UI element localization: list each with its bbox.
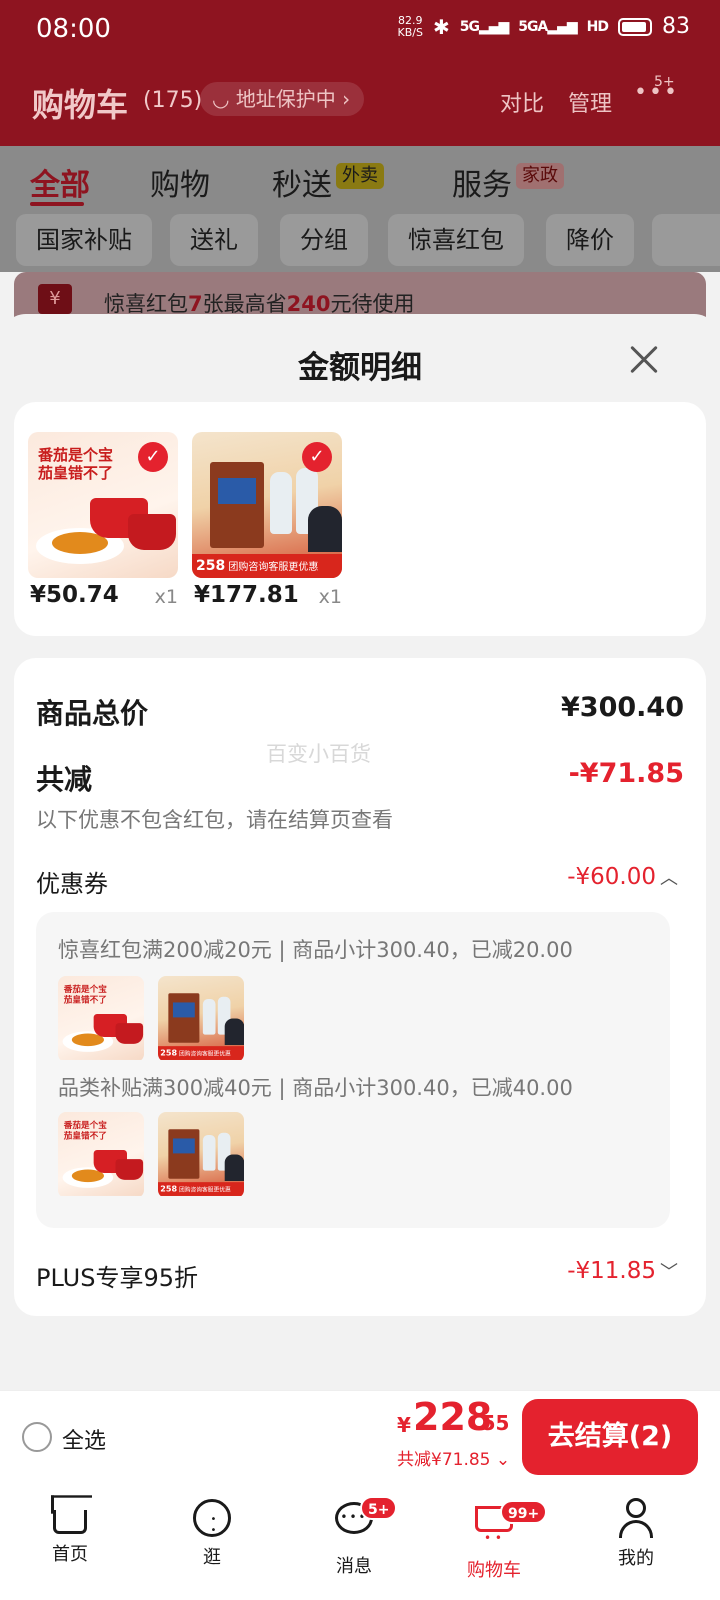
product-item[interactable]: 258 团购咨询客服更优惠 ✓ ¥177.81 x1 — [192, 432, 342, 608]
profile-icon — [616, 1498, 656, 1538]
chip-more[interactable] — [652, 214, 720, 266]
close-icon[interactable] — [624, 340, 664, 380]
cart-title: 购物车 — [32, 86, 129, 124]
saved-amount-toggle[interactable]: 共减¥71.85 ⌄ — [397, 1445, 510, 1470]
coupon-product-thumb: 258 团购咨询客服更优惠 — [158, 1112, 244, 1198]
coupon-product-thumb: 番茄是个宝 茄皇错不了 — [58, 976, 144, 1062]
sheet-title: 金额明细 — [298, 350, 422, 386]
chevron-right-icon: › — [335, 87, 351, 111]
total-discount-value: -¥71.85 — [568, 758, 684, 789]
tab-miaosong[interactable]: 秒送 — [272, 160, 332, 204]
tab-active-indicator — [30, 202, 84, 206]
product-quantity: x1 — [154, 586, 178, 608]
coupon-product-thumb: 258 团购咨询客服更优惠 — [158, 976, 244, 1062]
chip-national-subsidy[interactable]: 国家补贴 — [16, 214, 152, 266]
selected-products-card: 番茄是个宝 茄皇错不了 ✓ ¥50.74 x1 258 团购咨询客服更优惠 ✓ ¥… — [14, 402, 706, 636]
battery-icon — [618, 17, 652, 36]
final-price-decimal: .55 — [474, 1411, 510, 1435]
compare-button[interactable]: 对比 — [500, 86, 544, 118]
status-bar: 08:00 82.9 KB/S ✱ 5G▂▄▆ 5GA▂▄▆ HD 83 — [0, 0, 720, 60]
red-packet-icon: ¥ — [38, 284, 72, 314]
shield-smile-icon: ◡ — [212, 87, 236, 111]
product-image-liquor-giftbox: 258 团购咨询客服更优惠 ✓ — [192, 432, 342, 578]
total-price-label: 商品总价 — [36, 697, 149, 730]
signal-5g-icon: 5G▂▄▆ — [459, 18, 510, 35]
total-discount-label: 共减 — [36, 763, 93, 796]
price-breakdown-card: 商品总价 ¥300.40 百变小百货 共减 -¥71.85 以下优惠不包含红包，… — [14, 658, 706, 1316]
net-speed: 82.9 KB/S — [397, 13, 423, 39]
nav-home[interactable]: 首页 — [20, 1496, 120, 1592]
nav-profile[interactable]: 我的 — [586, 1496, 686, 1592]
filter-chips: 国家补贴 送礼 分组 惊喜红包 降价 — [0, 210, 720, 272]
product-image-tomato-noodle: 番茄是个宝 茄皇错不了 ✓ — [28, 432, 178, 578]
plus-discount-value[interactable]: -¥11.85 — [567, 1258, 656, 1284]
browse-face-icon: • • — [193, 1499, 231, 1537]
currency-symbol: ¥ — [397, 1413, 411, 1437]
coupon-line: 惊喜红包满200减20元 | 商品小计300.40，已减20.00 — [58, 938, 573, 962]
select-all-checkbox[interactable] — [22, 1422, 52, 1452]
product-price: ¥50.74 — [30, 582, 119, 608]
address-protection-pill[interactable]: ◡ 地址保护中 › — [200, 82, 365, 116]
coupon-value[interactable]: -¥60.00 — [567, 864, 656, 890]
product-item[interactable]: 番茄是个宝 茄皇错不了 ✓ ¥50.74 x1 — [28, 432, 178, 608]
chevron-up-icon[interactable]: ︿ — [660, 864, 678, 890]
housekeeping-tag: 家政 — [516, 163, 564, 189]
discount-note: 以下优惠不包含红包，请在结算页查看 — [36, 808, 393, 832]
watermark: 百变小百货 — [266, 742, 371, 766]
messages-badge: 5+ — [360, 1496, 398, 1520]
total-price-value: ¥300.40 — [561, 692, 684, 723]
coupon-line: 品类补贴满300减40元 | 商品小计300.40，已减40.00 — [58, 1076, 573, 1100]
chip-group[interactable]: 分组 — [280, 214, 368, 266]
chevron-down-icon[interactable]: ﹀ — [660, 1258, 678, 1284]
select-all-label[interactable]: 全选 — [62, 1423, 106, 1455]
manage-button[interactable]: 管理 — [568, 86, 612, 118]
nav-cart[interactable]: 99+ 购物车 — [444, 1496, 548, 1592]
coupon-breakdown-panel: 惊喜红包满200减20元 | 商品小计300.40，已减20.00 番茄是个宝茄… — [36, 912, 670, 1228]
signal-5ga-icon: 5GA▂▄▆ — [518, 18, 577, 35]
status-time: 08:00 — [36, 14, 111, 44]
tab-service[interactable]: 服务 — [452, 160, 512, 204]
nav-messages[interactable]: ••• 5+ 消息 — [304, 1496, 404, 1592]
bluetooth-icon: ✱ — [432, 14, 450, 39]
chip-red-packet[interactable]: 惊喜红包 — [388, 214, 524, 266]
nav-browse[interactable]: • • 逛 — [162, 1496, 262, 1592]
checkout-bar: 全选 ¥ 228 .55 共减¥71.85 ⌄ 去结算(2) — [0, 1390, 720, 1488]
checkout-button[interactable]: 去结算(2) — [522, 1399, 698, 1475]
chip-price-drop[interactable]: 降价 — [546, 214, 634, 266]
cart-count: (175) — [143, 88, 203, 113]
coupon-label[interactable]: 优惠券 — [36, 864, 108, 899]
tab-all[interactable]: 全部 — [30, 160, 90, 204]
checked-icon: ✓ — [138, 442, 168, 472]
home-icon — [53, 1510, 87, 1534]
bottom-navigation: 首页 • • 逛 ••• 5+ 消息 99+ 购物车 我的 — [0, 1488, 720, 1600]
more-badge: 5+ — [654, 74, 675, 90]
chip-gift[interactable]: 送礼 — [170, 214, 258, 266]
plus-discount-label[interactable]: PLUS专享95折 — [36, 1258, 198, 1293]
product-quantity: x1 — [318, 586, 342, 608]
cart-badge: 99+ — [500, 1500, 548, 1524]
amount-detail-sheet: 金额明细 番茄是个宝 茄皇错不了 ✓ ¥50.74 x1 258 团购咨询客服更优… — [0, 314, 720, 1390]
takeout-tag: 外卖 — [336, 163, 384, 189]
coupon-product-thumb: 番茄是个宝 茄皇错不了 — [58, 1112, 144, 1198]
product-price: ¥177.81 — [194, 582, 299, 608]
tab-shopping[interactable]: 购物 — [150, 160, 210, 204]
hd-icon: HD — [586, 18, 609, 35]
checked-icon: ✓ — [302, 442, 332, 472]
status-icons: 82.9 KB/S ✱ 5G▂▄▆ 5GA▂▄▆ HD 83 — [398, 14, 691, 39]
battery-level: 83 — [662, 14, 690, 39]
chevron-down-icon: ⌄ — [495, 1450, 511, 1470]
